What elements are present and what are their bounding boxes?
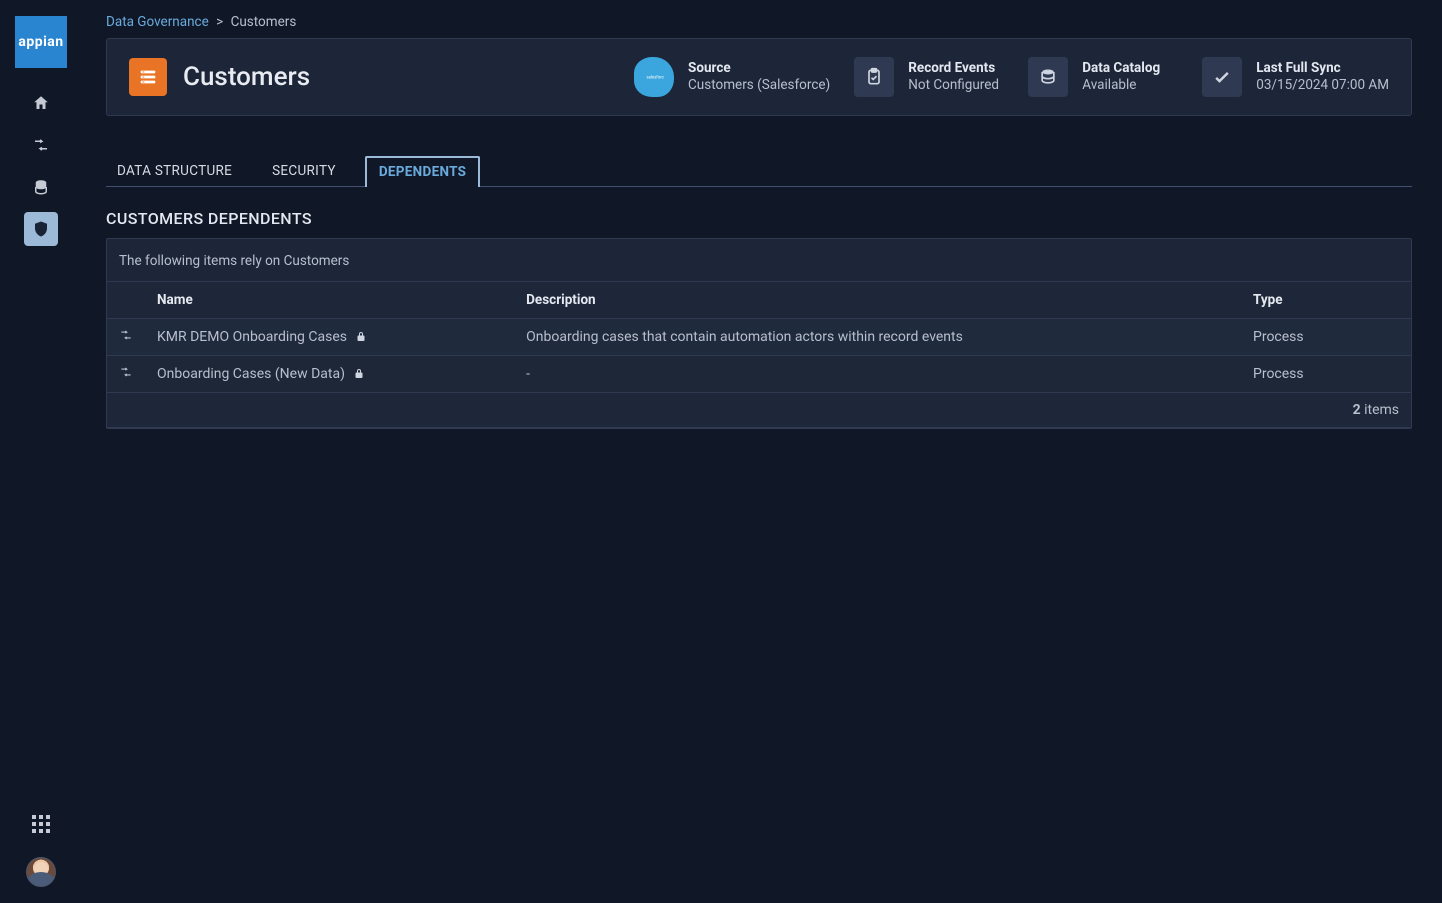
meta-source: salesforce Source Customers (Salesforce) [634,57,830,97]
table-row[interactable]: Onboarding Cases (New Data)-Process [107,356,1411,393]
process-icon [32,136,50,154]
app-launcher[interactable] [24,807,58,841]
footer-items-label: items [1361,402,1399,418]
meta-data-catalog-label: Data Catalog [1082,60,1160,76]
process-icon [119,330,133,346]
breadcrumb: Data Governance > Customers [106,14,1412,30]
meta-record-events-value: Not Configured [908,76,999,94]
meta-data-catalog-value: Available [1082,76,1160,94]
sidebar-process[interactable] [24,128,58,162]
record-header-card: Customers salesforce Source Customers (S… [106,38,1412,116]
section-title: CUSTOMERS DEPENDENTS [106,209,1412,228]
database-icon [1028,57,1068,97]
row-description: - [514,356,1241,393]
breadcrumb-current: Customers [231,14,297,30]
sidebar-governance[interactable] [24,212,58,246]
record-type-icon [129,58,167,96]
clipboard-check-icon [854,57,894,97]
tabs: DATA STRUCTURE SECURITY DEPENDENTS [106,154,1412,187]
tab-dependents[interactable]: DEPENDENTS [365,156,480,187]
salesforce-icon: salesforce [634,57,674,97]
dependents-table: Name Description Type KMR DEMO Onboardin… [107,281,1411,428]
col-type-header[interactable]: Type [1241,282,1411,319]
row-type: Process [1241,319,1411,356]
database-icon [32,178,50,196]
svg-text:salesforce: salesforce [647,76,665,81]
table-row[interactable]: KMR DEMO Onboarding CasesOnboarding case… [107,319,1411,356]
check-icon [1202,57,1242,97]
appian-logo[interactable]: appian [15,16,67,68]
col-name-header[interactable]: Name [145,282,514,319]
col-description-header[interactable]: Description [514,282,1241,319]
tab-data-structure[interactable]: DATA STRUCTURE [106,154,243,186]
page-title: Customers [183,62,310,92]
meta-last-sync-label: Last Full Sync [1256,60,1389,76]
tab-security[interactable]: SECURITY [261,154,347,186]
meta-source-label: Source [688,60,830,76]
col-icon-header [107,282,145,319]
dependents-panel: The following items rely on Customers Na… [106,238,1412,429]
row-name: Onboarding Cases (New Data) [145,356,514,393]
row-description: Onboarding cases that contain automation… [514,319,1241,356]
user-avatar[interactable] [26,857,56,887]
row-name: KMR DEMO Onboarding Cases [145,319,514,356]
home-icon [32,94,50,112]
meta-last-sync: Last Full Sync 03/15/2024 07:00 AM [1202,57,1389,97]
left-sidebar: appian [0,0,82,903]
meta-record-events: Record Events Not Configured [854,57,1004,97]
apps-grid-icon [32,815,50,833]
row-type: Process [1241,356,1411,393]
shield-icon [32,220,50,238]
meta-data-catalog: Data Catalog Available [1028,57,1178,97]
meta-source-value: Customers (Salesforce) [688,76,830,94]
lock-icon [355,331,367,343]
sidebar-home[interactable] [24,86,58,120]
meta-last-sync-value: 03/15/2024 07:00 AM [1256,76,1389,94]
process-icon [119,367,133,383]
table-footer: 2 items [107,393,1411,428]
breadcrumb-root-link[interactable]: Data Governance [106,14,209,30]
footer-count: 2 [1353,402,1361,418]
main-content: Data Governance > Customers Customers sa… [82,0,1442,903]
dependents-caption: The following items rely on Customers [107,239,1411,281]
breadcrumb-separator: > [216,14,223,30]
sidebar-data[interactable] [24,170,58,204]
lock-icon [353,368,365,380]
meta-record-events-label: Record Events [908,60,999,76]
